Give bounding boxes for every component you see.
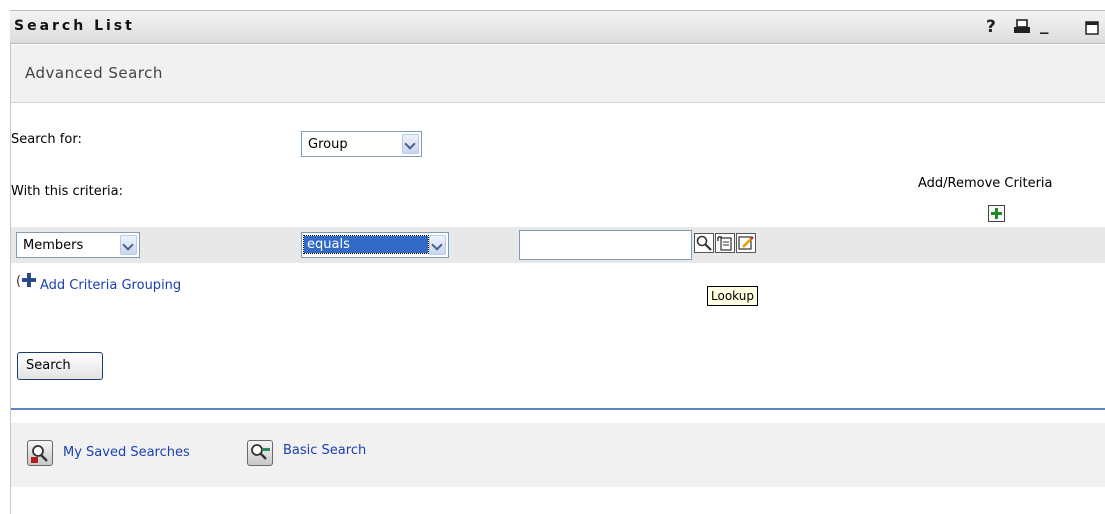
operator-value: equals — [303, 235, 429, 254]
edit-icon[interactable] — [736, 233, 756, 253]
search-for-label: Search for: — [11, 132, 82, 147]
subheader: Advanced Search — [11, 45, 1105, 103]
help-icon[interactable]: ? — [986, 17, 996, 37]
search-button-label: Search — [26, 358, 71, 373]
history-icon[interactable] — [715, 233, 735, 253]
minimize-icon[interactable]: _ — [1040, 15, 1049, 35]
divider — [11, 408, 1105, 410]
attribute-select[interactable]: Members — [16, 232, 140, 258]
add-remove-criteria-label: Add/Remove Criteria — [918, 176, 1053, 191]
basic-search-link[interactable]: Basic Search — [283, 443, 366, 458]
search-button[interactable]: Search — [17, 352, 103, 380]
attribute-value: Members — [23, 238, 84, 253]
search-for-select[interactable]: Group — [301, 131, 422, 157]
saved-searches-icon[interactable] — [27, 440, 53, 466]
portlet-titlebar: Search List ? _ — [10, 10, 1105, 44]
my-saved-searches-link[interactable]: My Saved Searches — [63, 445, 190, 460]
portlet-title: Search List — [14, 18, 135, 34]
page-title: Advanced Search — [25, 64, 163, 82]
footer: My Saved Searches Basic Search — [11, 423, 1105, 487]
add-criteria-button[interactable] — [988, 205, 1005, 222]
add-grouping-icon — [21, 272, 37, 292]
print-icon[interactable] — [1013, 19, 1031, 40]
maximize-icon[interactable] — [1085, 20, 1099, 40]
criteria-value-input[interactable] — [519, 230, 692, 260]
search-for-value: Group — [308, 137, 348, 152]
criteria-label: With this criteria: — [11, 184, 124, 199]
operator-select[interactable]: equals — [301, 232, 449, 258]
chevron-down-icon[interactable] — [429, 235, 446, 255]
add-criteria-grouping-link[interactable]: Add Criteria Grouping — [40, 278, 181, 293]
lookup-icon[interactable] — [694, 233, 714, 253]
lookup-tooltip: Lookup — [707, 286, 758, 306]
basic-search-icon[interactable] — [247, 440, 273, 466]
chevron-down-icon[interactable] — [402, 134, 419, 154]
chevron-down-icon[interactable] — [120, 235, 137, 255]
